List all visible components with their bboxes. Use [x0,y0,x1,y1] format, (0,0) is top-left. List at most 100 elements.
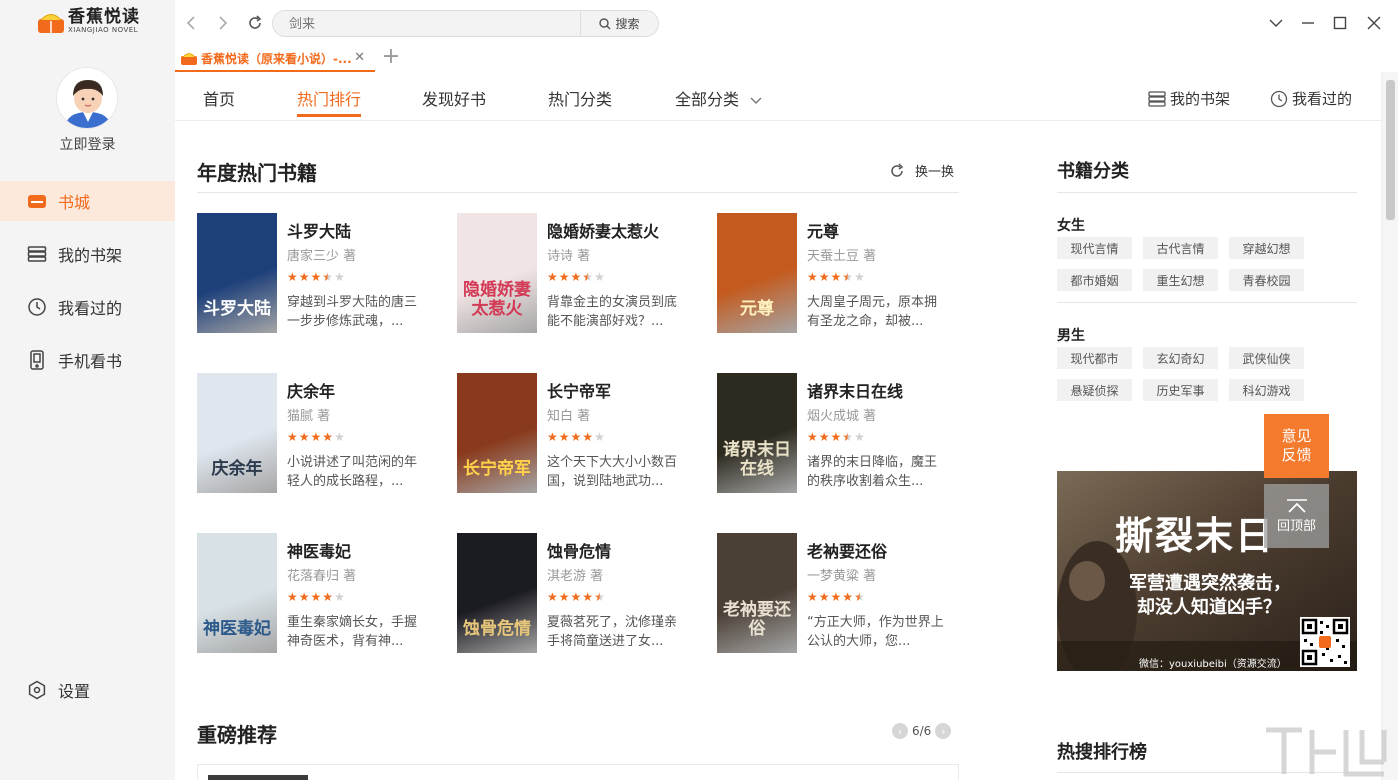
nav-history[interactable]: 我看过的 [1270,88,1352,109]
star-icon: ★ [807,430,818,444]
sidebar-item-settings[interactable]: 设置 [0,670,175,710]
book-title[interactable]: 神医毒妃 [287,538,351,562]
tab-close-icon[interactable]: ✕ [354,50,365,65]
book-title[interactable]: 老衲要还俗 [807,538,887,562]
prev-page-button[interactable]: ‹ [892,723,908,739]
star-icon: ★ [298,430,310,444]
category-tag[interactable]: 现代都市 [1057,347,1132,369]
sidebar-item-label: 我看过的 [58,299,123,318]
star-icon: ★ [818,270,830,284]
book-item[interactable]: 诸界末日在线 诸界末日在线 烟火成城 著 ★ ★ ★ ★ ★ 诸界的末日降临，魔王的秩序… [717,373,957,493]
book-cover[interactable]: 元尊 [717,213,797,333]
avatar[interactable] [56,67,118,129]
search-input[interactable] [273,11,581,36]
book-item[interactable]: 长宁帝军 长宁帝军 知白 著 ★ ★ ★ ★ ★ 这个天下大大小小数百国，说到陆地武功.… [457,373,697,493]
forward-icon[interactable] [213,13,233,33]
book-cover[interactable]: 蚀骨危情 [457,533,537,653]
sidebar-item-label: 手机看书 [58,352,123,371]
book-item[interactable]: 元尊 元尊 天蚕土豆 著 ★ ★ ★ ★ ★ 大周皇子周元，原本拥有圣龙之命，却被... [717,213,957,333]
toolbar: 搜索 [175,0,1398,46]
minimize-icon[interactable] [1298,13,1318,33]
dropdown-icon[interactable] [1266,13,1286,33]
reload-icon[interactable] [245,13,265,33]
nav-my-shelf[interactable]: 我的书架 [1148,88,1230,109]
brand-name: 香蕉悦读 [68,7,140,27]
scrollbar[interactable] [1381,72,1398,780]
search-button[interactable]: 搜索 [580,11,658,36]
category-tag[interactable]: 青春校园 [1229,269,1304,291]
nav-hot-category[interactable]: 热门分类 [548,86,612,110]
book-title[interactable]: 蚀骨危情 [547,538,611,562]
tab-label: 香蕉悦读（原来看小说）-... [201,51,351,66]
book-cover[interactable]: 长宁帝军 [457,373,537,493]
tab-main[interactable]: 香蕉悦读（原来看小说）-... ✕ [175,46,375,72]
nav-home[interactable]: 首页 [203,86,235,110]
star-icon: ★ [287,430,298,444]
book-title[interactable]: 隐婚娇妻太惹火 [547,218,659,242]
book-author: 花落春归 著 [287,569,357,584]
book-cover[interactable]: 老衲要还俗 [717,533,797,653]
nav-all-category[interactable]: 全部分类 [675,86,762,110]
star-icon: ★ [830,590,842,604]
book-item[interactable]: 神医毒妃 神医毒妃 花落春归 著 ★ ★ ★ ★ ★ 重生秦家嫡长女，手握神奇医术，背有… [197,533,437,653]
feedback-button[interactable]: 意见反馈 [1264,414,1329,478]
category-tag[interactable]: 玄幻奇幻 [1143,347,1218,369]
book-rating: ★ ★ ★ ★ ★ [547,591,606,603]
nav-hot-ranking[interactable]: 热门排行 [297,86,362,117]
book-rating: ★ ★ ★ ★ ★ [807,431,866,443]
chevron-down-icon [750,97,762,104]
book-title[interactable]: 元尊 [807,218,839,242]
sidebar-item-label: 书城 [58,193,91,212]
sidebar-item-store[interactable]: 书城 [0,181,175,221]
category-tag[interactable]: 悬疑侦探 [1057,379,1132,401]
star-icon: ★ [594,430,605,444]
book-title[interactable]: 诸界末日在线 [807,378,903,402]
back-to-top-button[interactable]: 回顶部 [1264,484,1329,548]
book-author: 唐家三少 著 [287,249,357,264]
clock-icon [1270,90,1288,107]
category-tag[interactable]: 重生幻想 [1143,269,1218,291]
login-link[interactable]: 立即登录 [0,134,175,154]
book-desc: 这个天下大大小小数百国，说到陆地武功... [547,455,678,489]
category-tag[interactable]: 武侠仙侠 [1229,347,1304,369]
cover-title: 隐婚娇妻太惹火 [463,280,531,319]
cover-title: 庆余年 [211,459,263,479]
category-tag[interactable]: 穿越幻想 [1229,237,1304,259]
book-item[interactable]: 斗罗大陆 斗罗大陆 唐家三少 著 ★ ★ ★ ★ ★ 穿越到斗罗大陆的唐三一步步修炼武魂… [197,213,437,333]
clock-icon [26,296,48,318]
book-cover[interactable]: 斗罗大陆 [197,213,277,333]
sidebar-item-history[interactable]: 我看过的 [0,287,175,327]
maximize-icon[interactable] [1330,13,1350,33]
category-tag[interactable]: 古代言情 [1143,237,1218,259]
sidebar-item-bookshelf[interactable]: 我的书架 [0,234,175,274]
sidebar-item-mobile[interactable]: 手机看书 [0,340,175,380]
recommend-cover[interactable] [208,775,308,780]
book-rating: ★ ★ ★ ★ ★ [807,591,866,603]
book-title[interactable]: 斗罗大陆 [287,218,351,242]
scrollbar-thumb[interactable] [1386,80,1395,220]
bookshelf-icon [1148,90,1166,107]
book-item[interactable]: 蚀骨危情 蚀骨危情 淇老游 著 ★ ★ ★ ★ ★ 夏薇茗死了，沈修瑾亲手将简童送进了女… [457,533,697,653]
category-tag[interactable]: 都市婚姻 [1057,269,1132,291]
close-icon[interactable] [1364,13,1384,33]
book-title[interactable]: 庆余年 [287,378,335,402]
cover-title: 元尊 [740,299,774,319]
book-cover[interactable]: 隐婚娇妻太惹火 [457,213,537,333]
book-item[interactable]: 隐婚娇妻太惹火 隐婚娇妻太惹火 诗诗 著 ★ ★ ★ ★ ★ 背靠金主的女演员到底能不能… [457,213,697,333]
book-cover[interactable]: 诸界末日在线 [717,373,797,493]
book-item[interactable]: 庆余年 庆余年 猫腻 著 ★ ★ ★ ★ ★ 小说讲述了叫范闲的年轻人的成长路程，... [197,373,437,493]
nav-my-shelf-label: 我的书架 [1170,90,1231,108]
back-icon[interactable] [181,13,201,33]
category-tag[interactable]: 历史军事 [1143,379,1218,401]
nav-discover[interactable]: 发现好书 [422,86,486,110]
category-tag[interactable]: 科幻游戏 [1229,379,1304,401]
book-cover[interactable]: 庆余年 [197,373,277,493]
next-page-button[interactable]: › [935,723,952,739]
book-title[interactable]: 长宁帝军 [547,378,611,402]
category-tag[interactable]: 现代言情 [1057,237,1132,259]
new-tab-icon[interactable]: + [381,46,401,70]
book-item[interactable]: 老衲要还俗 老衲要还俗 一梦黄粱 著 ★ ★ ★ ★ ★ “方正大师，作为世界上公认的大… [717,533,957,653]
book-rating: ★ ★ ★ ★ ★ [287,431,346,443]
book-cover[interactable]: 神医毒妃 [197,533,277,653]
refresh-button[interactable]: 换一换 [889,161,954,180]
